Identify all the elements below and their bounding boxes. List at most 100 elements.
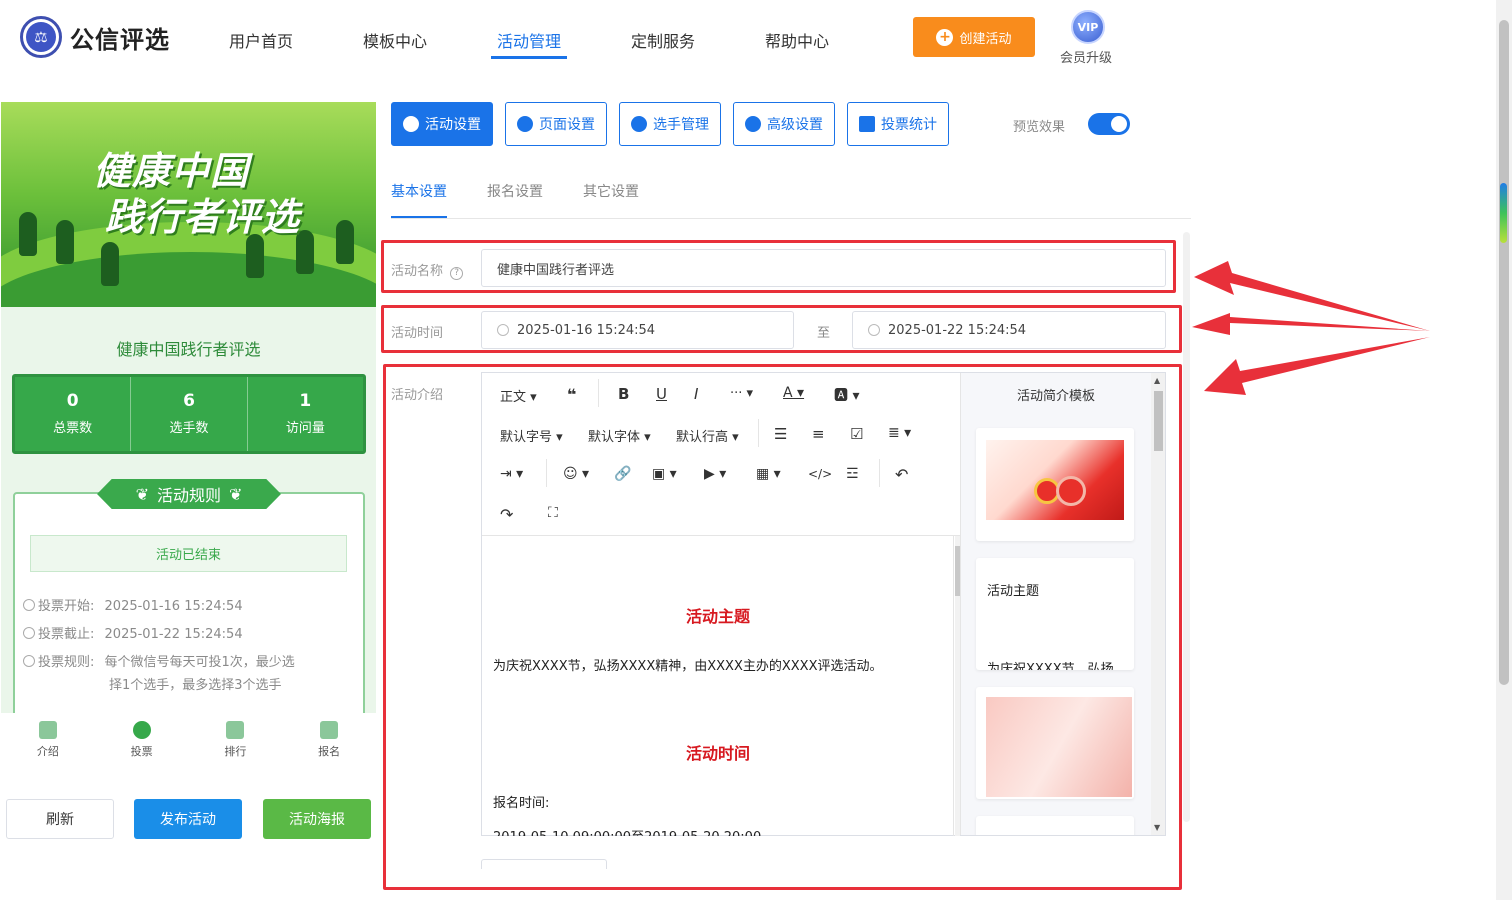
users-icon (631, 116, 647, 132)
indent-icon[interactable]: ⇥ ▾ (500, 466, 523, 482)
preview-effect-label: 预览效果 (1013, 120, 1066, 135)
rules-title-text: 活动规则 (156, 486, 221, 505)
gear-icon (517, 116, 533, 132)
page-scrollbar-thumb[interactable] (1499, 20, 1509, 685)
end-time-value: 2025-01-22 15:24:54 (888, 322, 1027, 338)
stat-candidates: 6 选手数 (131, 377, 248, 451)
nav-help-center[interactable]: 帮助中心 (765, 28, 829, 52)
fullscreen-icon[interactable]: ⛶ (548, 505, 558, 521)
create-activity-button[interactable]: + 创建活动 (913, 17, 1035, 57)
tab-ranking[interactable]: 排行 (189, 713, 283, 775)
activity-poster-button[interactable]: 活动海报 (263, 799, 371, 839)
nav-active-underline (491, 56, 567, 59)
todo-icon[interactable]: ☑ (850, 425, 863, 443)
font-size-label: 默认字号 (500, 430, 553, 445)
table-icon[interactable]: ▦ ▾ (756, 466, 781, 482)
nav-activity-manage[interactable]: 活动管理 (497, 28, 561, 52)
tab-signup[interactable]: 报名 (282, 713, 376, 775)
editor-content[interactable]: 活动主题 为庆祝XXXX节，弘扬XXXX精神，由XXXX主办的XXXX评选活动。… (482, 536, 954, 836)
medal-icon (226, 721, 245, 739)
stat-value: 0 (66, 391, 79, 411)
vote-rule-label: 投票规则: (38, 655, 95, 670)
runner-silhouette (56, 220, 74, 264)
vote-start-line: 投票开始: 2025-01-16 15:24:54 (23, 595, 243, 614)
edit-icon (320, 721, 339, 739)
bullet-list-icon[interactable]: ☰ (774, 425, 787, 443)
activity-banner: 健康中国 践行者评选 (1, 102, 376, 307)
candidate-manage-button[interactable]: 选手管理 (619, 102, 721, 146)
background-color-icon[interactable]: 🅰 ▾ (834, 385, 859, 405)
template-card[interactable]: 活动主题 为庆祝XXXX节，弘扬 (976, 558, 1134, 670)
publish-activity-button[interactable]: 发布活动 (134, 799, 242, 839)
template-scrollbar-thumb[interactable] (1154, 391, 1163, 451)
activity-intro-label: 活动介绍 (391, 388, 444, 403)
scroll-indicator (1500, 183, 1507, 243)
content-heading: 活动主题 (685, 607, 750, 626)
font-color-icon[interactable]: A ▾ (783, 385, 804, 401)
template-card[interactable] (976, 428, 1134, 541)
logo-text[interactable]: 公信评选 (70, 20, 170, 55)
template-scrollbar[interactable]: ▲ ▼ (1151, 373, 1165, 835)
form-scrollbar[interactable] (1183, 232, 1190, 822)
redo-icon[interactable]: ↷ (500, 505, 513, 524)
leaf-icon: ❦ (229, 484, 243, 504)
divider-line-icon[interactable]: ☲ (846, 466, 859, 482)
paragraph-select[interactable]: 正文 ▾ (500, 386, 537, 405)
tool-label: 高级设置 (767, 117, 823, 133)
scroll-down-icon[interactable]: ▼ (1154, 823, 1160, 832)
vote-rule-line: 投票规则: 每个微信号每天可投1次，最少选 (23, 651, 295, 670)
vote-stats-button[interactable]: 投票统计 (847, 102, 949, 146)
paragraph-select-label: 正文 (500, 390, 527, 405)
line-height-label: 默认行高 (676, 430, 729, 445)
star-icon (403, 116, 419, 132)
preview-toggle[interactable] (1088, 113, 1130, 135)
clock-icon (23, 599, 35, 611)
partial-input[interactable] (481, 859, 607, 869)
nav-template-center[interactable]: 模板中心 (363, 28, 427, 52)
line-height-select[interactable]: 默认行高 ▾ (676, 426, 739, 445)
font-size-select[interactable]: 默认字号 ▾ (500, 426, 563, 445)
help-icon[interactable]: ? (450, 267, 464, 280)
undo-icon[interactable]: ↶ (895, 465, 908, 484)
tab-signup-settings[interactable]: 报名设置 (487, 181, 543, 201)
end-time-input[interactable]: 2025-01-22 15:24:54 (852, 311, 1166, 349)
template-card[interactable] (976, 687, 1134, 799)
vip-icon[interactable]: VIP (1071, 10, 1105, 44)
start-time-input[interactable]: 2025-01-16 15:24:54 (481, 311, 794, 349)
link-icon[interactable]: 🔗 (614, 466, 631, 482)
editor-toolbar: 正文 ▾ ❝ B U I ··· ▾ A ▾ 🅰 ▾ 默认字号 ▾ 默认字体 ▾… (482, 373, 960, 536)
emoji-icon[interactable]: ☺ ▾ (563, 466, 589, 482)
nav-custom-service[interactable]: 定制服务 (631, 28, 695, 52)
code-icon[interactable]: </> (808, 467, 832, 481)
activity-settings-button[interactable]: 活动设置 (391, 102, 493, 146)
align-icon[interactable]: ≣ ▾ (888, 425, 911, 441)
vip-upgrade-link[interactable]: 会员升级 (1060, 47, 1112, 66)
quote-icon[interactable]: ❝ (567, 385, 576, 404)
page-settings-button[interactable]: 页面设置 (505, 102, 607, 146)
more-icon[interactable]: ··· ▾ (730, 386, 753, 401)
refresh-button[interactable]: 刷新 (6, 799, 114, 839)
numbered-list-icon[interactable]: ≡ (812, 425, 825, 443)
activity-name: 健康中国践行者评选 (116, 340, 261, 359)
tool-label: 页面设置 (539, 117, 595, 133)
tab-intro[interactable]: 介绍 (1, 713, 95, 775)
italic-icon[interactable]: I (694, 385, 698, 403)
underline-icon[interactable]: U (656, 385, 667, 403)
leaf-icon: ❦ (135, 484, 149, 504)
template-card[interactable] (976, 816, 1134, 835)
status-badge: 活动已结束 (30, 535, 347, 572)
activity-name-input[interactable]: 健康中国践行者评选 (481, 249, 1166, 287)
nav-user-home[interactable]: 用户首页 (229, 28, 293, 52)
logo-icon[interactable]: ⚖ (20, 16, 62, 58)
tab-other-settings[interactable]: 其它设置 (583, 181, 639, 201)
activity-name-label: 活动名称 ? (391, 260, 464, 280)
image-icon[interactable]: ▣ ▾ (652, 466, 677, 482)
video-icon[interactable]: ▶ ▾ (704, 466, 726, 482)
page-scrollbar[interactable] (1496, 0, 1512, 900)
scroll-up-icon[interactable]: ▲ (1154, 376, 1160, 385)
tab-basic-settings[interactable]: 基本设置 (391, 181, 447, 201)
advanced-settings-button[interactable]: 高级设置 (733, 102, 835, 146)
tab-vote[interactable]: 投票 (95, 713, 189, 775)
bold-icon[interactable]: B (618, 385, 629, 403)
font-family-select[interactable]: 默认字体 ▾ (588, 426, 651, 445)
